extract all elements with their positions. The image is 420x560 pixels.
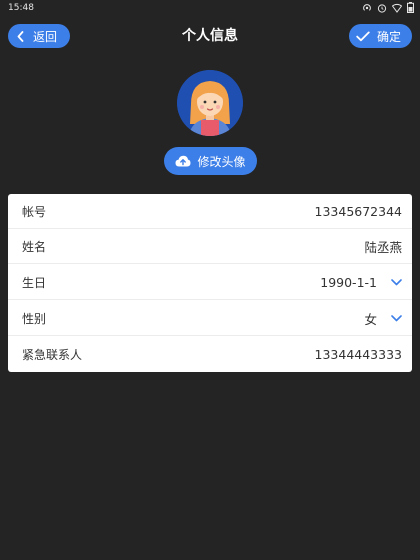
birthday-select[interactable]: 1990-1-1 xyxy=(320,275,402,290)
emergency-contact-label: 紧急联系人 xyxy=(22,348,83,362)
battery-icon xyxy=(407,2,414,13)
status-icons xyxy=(362,2,414,13)
gender-value: 女 xyxy=(364,311,377,327)
status-time: 15:48 xyxy=(8,2,34,13)
gender-row[interactable]: 性别 女 xyxy=(8,301,412,336)
birthday-label: 生日 xyxy=(22,275,47,290)
change-avatar-label: 修改头像 xyxy=(197,154,246,169)
birthday-row[interactable]: 生日 1990-1-1 xyxy=(8,265,412,300)
emergency-contact-value[interactable]: 13344443333 xyxy=(315,347,402,362)
avatar[interactable] xyxy=(177,70,243,136)
account-label: 帐号 xyxy=(22,204,47,219)
name-row[interactable]: 姓名 陆丞燕 xyxy=(8,229,412,264)
girl-avatar-icon xyxy=(177,70,243,136)
gender-select[interactable]: 女 xyxy=(364,309,402,328)
account-value: 13345672344 xyxy=(314,203,402,219)
confirm-button[interactable]: 确定 xyxy=(349,24,412,48)
birthday-value: 1990-1-1 xyxy=(320,274,377,290)
chevron-down-icon[interactable] xyxy=(391,278,402,286)
chevron-down-icon[interactable] xyxy=(391,314,402,322)
name-value[interactable]: 陆丞燕 xyxy=(364,237,402,256)
name-label: 姓名 xyxy=(22,239,47,254)
account-row: 帐号 13345672344 xyxy=(8,194,412,229)
change-avatar-button[interactable]: 修改头像 xyxy=(164,147,257,175)
check-icon xyxy=(356,31,370,41)
hotspot-icon xyxy=(363,3,371,11)
emergency-contact-row[interactable]: 紧急联系人 13344443333 xyxy=(8,337,412,372)
alarm-icon xyxy=(377,3,387,13)
confirm-button-label: 确定 xyxy=(377,29,402,44)
cloud-upload-icon xyxy=(175,155,191,167)
wifi-icon xyxy=(392,3,402,13)
status-bar: 15:48 xyxy=(0,0,420,15)
profile-info-card: 帐号 13345672344 姓名 陆丞燕 生日 1990-1-1 性别 女 紧… xyxy=(8,194,412,372)
gender-label: 性别 xyxy=(22,311,47,326)
